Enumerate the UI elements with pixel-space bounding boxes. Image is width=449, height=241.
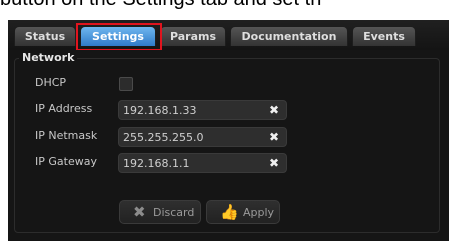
- ip-netmask-label: IP Netmask: [35, 129, 98, 142]
- x-icon: ✖: [133, 203, 146, 221]
- close-icon[interactable]: ✖: [269, 156, 279, 170]
- ip-netmask-value: 255.255.255.0: [123, 131, 204, 144]
- ip-gateway-label: IP Gateway: [35, 155, 97, 168]
- ip-gateway-field[interactable]: 192.168.1.1 ✖: [118, 153, 287, 173]
- discard-button[interactable]: ✖ Discard: [119, 200, 201, 224]
- device-panel: Status Settings Params Documentation Eve…: [8, 20, 449, 241]
- ip-address-value: 192.168.1.33: [123, 104, 197, 117]
- close-icon[interactable]: ✖: [269, 103, 279, 117]
- ip-address-field[interactable]: 192.168.1.33 ✖: [118, 100, 287, 120]
- dhcp-label: DHCP: [35, 76, 67, 89]
- ip-address-label: IP Address: [35, 102, 93, 115]
- discard-label: Discard: [153, 206, 195, 219]
- tab-events[interactable]: Events: [352, 26, 416, 46]
- settings-content: Network DHCP IP Address 192.168.1.33 ✖ I…: [8, 50, 449, 241]
- thumbs-up-icon: 👍: [220, 203, 239, 221]
- close-icon[interactable]: ✖: [269, 130, 279, 144]
- tab-documentation[interactable]: Documentation: [230, 26, 348, 46]
- apply-button[interactable]: 👍 Apply: [206, 200, 280, 224]
- apply-label: Apply: [243, 206, 275, 219]
- network-legend: Network: [19, 51, 78, 64]
- ip-netmask-field[interactable]: 255.255.255.0 ✖: [118, 127, 287, 147]
- tab-bar: Status Settings Params Documentation Eve…: [8, 20, 449, 51]
- ip-gateway-value: 192.168.1.1: [123, 157, 190, 170]
- instruction-caption: button on the Settings tab and set th: [0, 0, 449, 11]
- tab-params[interactable]: Params: [160, 26, 226, 46]
- tab-settings[interactable]: Settings: [80, 26, 156, 46]
- dhcp-checkbox[interactable]: [119, 77, 133, 91]
- tab-status[interactable]: Status: [14, 26, 76, 46]
